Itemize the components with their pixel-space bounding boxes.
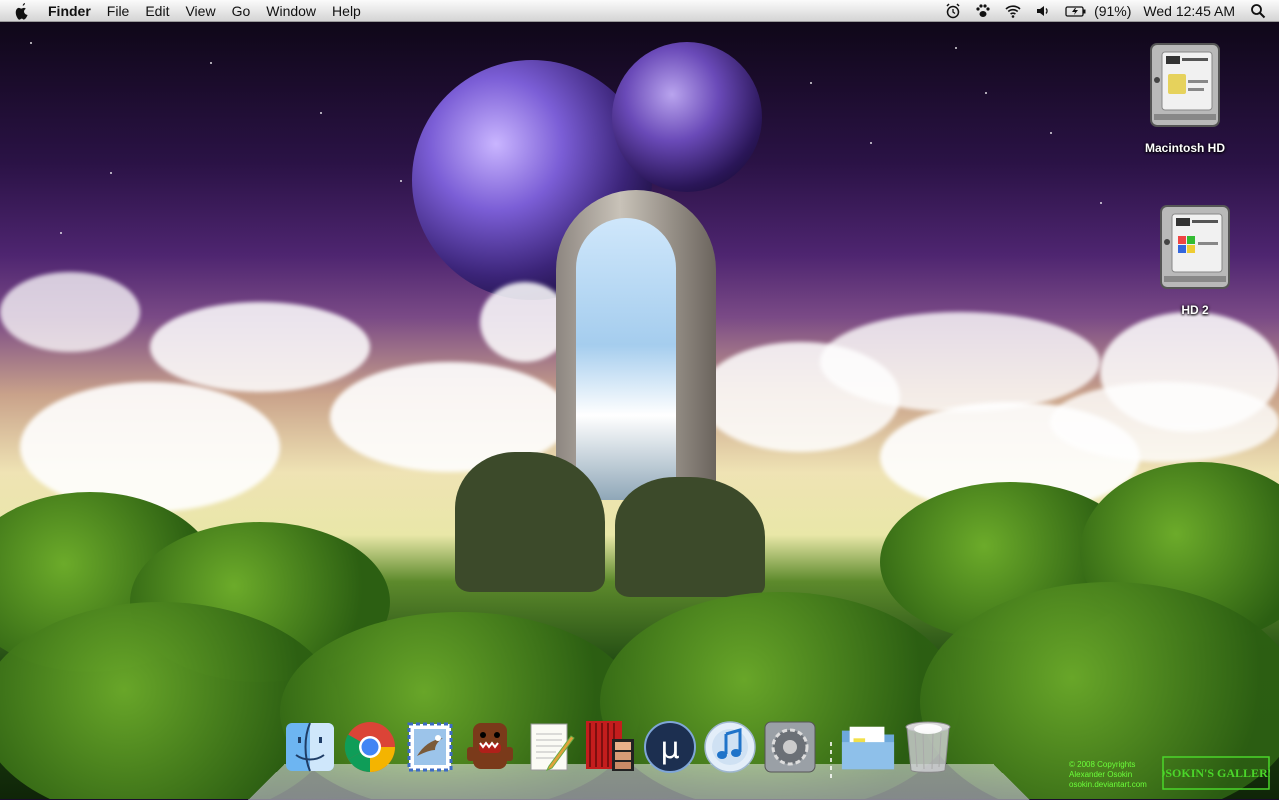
star [870, 142, 872, 144]
dock-finder[interactable] [282, 718, 338, 776]
wifi-icon[interactable] [1005, 3, 1021, 19]
menu-help[interactable]: Help [324, 0, 369, 22]
documents-folder-icon[interactable] [840, 722, 896, 772]
system-preferences-icon[interactable] [763, 720, 817, 774]
photo-booth-icon[interactable] [582, 719, 638, 775]
rock-left [455, 452, 605, 592]
svg-text:OSOKIN'S GALLERY: OSOKIN'S GALLERY [1162, 766, 1270, 780]
rock-right [615, 477, 765, 597]
dock-separator [822, 720, 840, 778]
volume-icon[interactable] [1035, 3, 1051, 19]
alarm-clock-icon[interactable] [945, 2, 961, 19]
dock-trash[interactable] [900, 718, 956, 776]
dock-chrome[interactable] [342, 718, 398, 776]
menu-clock[interactable]: Wed 12:45 AM [1135, 0, 1243, 22]
menu-file[interactable]: File [99, 0, 138, 22]
menu-window[interactable]: Window [258, 0, 324, 22]
textedit-icon[interactable] [525, 720, 575, 774]
menu-view[interactable]: View [177, 0, 223, 22]
star [60, 232, 62, 234]
dock-photo-booth[interactable] [582, 718, 638, 776]
mail-icon[interactable] [405, 720, 455, 774]
star [1050, 132, 1052, 134]
dock-mail[interactable] [402, 718, 458, 776]
paw-icon[interactable] [975, 3, 991, 19]
star [210, 62, 212, 64]
utorrent-icon[interactable]: μ [643, 720, 697, 774]
trash-icon[interactable] [903, 719, 953, 775]
star [320, 112, 322, 114]
finder-icon[interactable] [284, 721, 336, 773]
hard-drive-mac-icon[interactable] [1148, 40, 1222, 130]
hard-drive-windows-icon[interactable] [1158, 202, 1232, 292]
desktop-icon-label: HD 2 [1181, 303, 1209, 317]
dock-itunes[interactable] [702, 718, 758, 776]
cloud [0, 272, 140, 352]
cloud [820, 312, 1100, 412]
star [110, 172, 112, 174]
wallpaper-credits: © 2008 Copyrights Alexander Osokin osoki… [1069, 760, 1147, 790]
desktop-wallpaper [0, 22, 1279, 799]
domo-icon[interactable] [467, 719, 513, 775]
dock-textedit[interactable] [522, 718, 578, 776]
star [810, 82, 812, 84]
star [1100, 202, 1102, 204]
menu-edit[interactable]: Edit [137, 0, 177, 22]
portal-sky [576, 218, 676, 500]
menu-app-name[interactable]: Finder [40, 0, 99, 22]
star [30, 42, 32, 44]
battery-icon[interactable] [1065, 3, 1087, 19]
cloud [1050, 382, 1279, 462]
menu-bar: Finder File Edit View Go Window Help (91… [0, 0, 1279, 22]
apple-icon[interactable] [14, 2, 30, 20]
spotlight-search-icon[interactable] [1250, 3, 1266, 19]
cloud [150, 302, 370, 392]
star [955, 47, 957, 49]
planet-small [612, 42, 762, 192]
star [985, 92, 987, 94]
star [400, 180, 402, 182]
cloud [20, 382, 280, 512]
dock: μ [282, 718, 960, 778]
osokins-gallery-logo: OSOKIN'S GALLERY [1162, 756, 1270, 790]
itunes-icon[interactable] [703, 720, 757, 774]
dock-utorrent[interactable]: μ [642, 718, 698, 776]
dock-documents[interactable] [840, 718, 896, 776]
battery-percent[interactable]: (91%) [1094, 0, 1135, 22]
credits-copyright: © 2008 Copyrights [1069, 760, 1136, 769]
desktop-icon-macintosh-hd[interactable]: Macintosh HD [1130, 40, 1240, 155]
credits-website: osokin.deviantart.com [1069, 780, 1147, 789]
desktop-icon-hd-2[interactable]: HD 2 [1140, 202, 1250, 317]
desktop-icon-label: Macintosh HD [1144, 141, 1225, 155]
chrome-icon[interactable] [343, 720, 397, 774]
svg-text:μ: μ [660, 731, 679, 766]
dock-domo[interactable] [462, 718, 518, 776]
menu-go[interactable]: Go [224, 0, 259, 22]
dock-system-preferences[interactable] [762, 718, 818, 776]
credits-author: Alexander Osokin [1069, 770, 1133, 779]
